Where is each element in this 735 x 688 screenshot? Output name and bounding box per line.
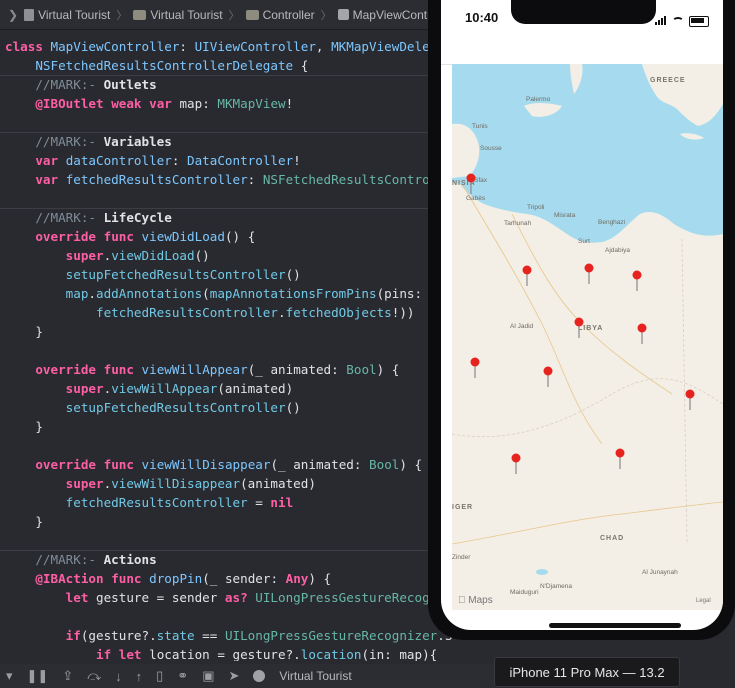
code-line[interactable]: } [5, 417, 43, 436]
scheme-name[interactable]: Virtual Tourist [279, 669, 351, 683]
breadcrumb-item-group[interactable]: Virtual Tourist [133, 7, 223, 22]
continue-icon[interactable]: ⇪ [62, 668, 73, 684]
status-icons [655, 12, 709, 30]
code-line[interactable]: fetchedResultsController = nil [5, 493, 293, 512]
code-line[interactable]: } [5, 512, 43, 531]
code-line[interactable]: class MapViewController: UIViewControlle… [5, 37, 437, 56]
code-line[interactable]: @IBOutlet weak var map: MKMapView! [5, 94, 293, 113]
country-label: LIBYA [578, 325, 603, 332]
step-over-icon[interactable]: ⤼ [87, 668, 101, 684]
breadcrumb-item-project[interactable]: Virtual Tourist [24, 8, 110, 22]
code-line[interactable]: super.viewWillAppear(animated) [5, 379, 294, 398]
device-notch [511, 0, 656, 24]
code-line[interactable]: override func viewWillAppear(_ animated:… [5, 360, 399, 379]
place-label: N'Djamena [540, 583, 572, 590]
simulator-device: 10:40 GREECE LIBYA CHAD IGER NISIA Paler… [428, 0, 735, 640]
step-into-icon[interactable]: ↓ [115, 669, 122, 684]
toggle-console-icon[interactable]: ▾ [6, 668, 13, 684]
place-label: Tunis [472, 123, 488, 130]
code-line[interactable]: //MARK:- Outlets [5, 75, 156, 94]
code-line[interactable]: //MARK:- Variables [5, 132, 172, 151]
code-line[interactable]: var fetchedResultsController: NSFetchedR… [5, 170, 444, 189]
code-line[interactable]: setupFetchedResultsController() [5, 265, 301, 284]
place-label: Maiduguri [510, 589, 539, 596]
code-line[interactable]: NSFetchedResultsControllerDelegate { [5, 56, 308, 75]
legal-link[interactable]: Legal [696, 598, 711, 604]
breadcrumb-item-controller[interactable]: Controller [245, 7, 315, 22]
place-label: Ajdabiya [605, 247, 630, 254]
code-line[interactable]: override func viewDidLoad() { [5, 227, 255, 246]
status-time: 10:40 [465, 10, 499, 25]
code-line[interactable]: super.viewDidLoad() [5, 246, 210, 265]
code-line[interactable]: //MARK:- LifeCycle [5, 208, 172, 227]
maps-attribution[interactable]:  Maps [458, 595, 493, 606]
place-label: Misrata [554, 212, 576, 219]
pause-icon[interactable]: ❚❚ [27, 668, 49, 684]
place-label: Sfax [474, 177, 488, 184]
memory-graph-icon[interactable]: ⚭ [177, 668, 188, 684]
breadcrumb-label: Virtual Tourist [38, 7, 111, 22]
place-label: Gabès [466, 195, 486, 202]
code-line[interactable]: @IBAction func dropPin(_ sender: Any) { [5, 569, 331, 588]
place-label: Al Junaynah [642, 569, 678, 576]
code-line[interactable]: map.addAnnotations(mapAnnotationsFromPin… [5, 284, 422, 303]
place-label: Palermo [526, 96, 551, 103]
code-line[interactable]: super.viewWillDisappear(animated) [5, 474, 316, 493]
view-hierarchy-icon[interactable]: ▯ [156, 668, 163, 684]
folder-icon [133, 9, 147, 20]
country-label: GREECE [650, 77, 686, 84]
code-line[interactable]: var dataController: DataController! [5, 151, 300, 170]
home-indicator [549, 623, 681, 628]
code-line[interactable]: override func viewWillDisappear(_ animat… [5, 455, 422, 474]
place-label: Zinder [452, 554, 471, 561]
place-label: Tarhunah [504, 220, 531, 227]
status-bar: 10:40 [441, 0, 723, 34]
scheme-icon [253, 670, 266, 682]
code-line[interactable]: //MARK:- Actions [5, 550, 156, 569]
folder-icon [245, 9, 259, 20]
project-icon [24, 8, 35, 21]
battery-icon [689, 15, 709, 27]
place-label: Al Jadid [510, 323, 534, 330]
code-line[interactable]: } [5, 322, 43, 341]
country-label: CHAD [600, 535, 624, 542]
swift-file-icon [337, 9, 349, 20]
code-line[interactable]: let gesture = sender as? UILongPressGest… [5, 588, 438, 607]
breadcrumb-label: Virtual Tourist [150, 7, 223, 22]
chevron-right-icon: 〉 [228, 9, 240, 22]
navigation-bar [441, 34, 723, 65]
code-line[interactable]: if let location = gesture?.location(in: … [5, 645, 437, 661]
chevron-right-icon: 〉 [116, 9, 128, 22]
step-out-icon[interactable]: ↑ [136, 669, 143, 684]
environment-overrides-icon[interactable]: ▣ [202, 668, 214, 684]
place-label: Tripoli [527, 204, 544, 211]
wifi-icon [672, 16, 684, 26]
chevron-right-icon: 〉 [320, 9, 332, 22]
location-icon[interactable]: ➤ [229, 668, 240, 684]
code-line[interactable]: setupFetchedResultsController() [5, 398, 301, 417]
country-label: IGER [452, 504, 473, 511]
debug-bar: ▾ ❚❚ ⇪ ⤼ ↓ ↑ ▯ ⚭ ▣ ➤ Virtual Tourist [0, 664, 494, 688]
code-line[interactable]: fetchedResultsController.fetchedObjects!… [5, 303, 414, 322]
simulator-device-label: iPhone 11 Pro Max — 13.2 [494, 657, 680, 687]
place-label: Sousse [480, 145, 502, 152]
code-line[interactable]: if(gesture?.state == UILongPressGestureR… [5, 626, 453, 645]
breadcrumb-label: Controller [262, 7, 315, 22]
simulator-screen[interactable]: 10:40 GREECE LIBYA CHAD IGER NISIA Paler… [441, 0, 723, 630]
map-view[interactable]: GREECE LIBYA CHAD IGER NISIA Palermo Tun… [452, 64, 723, 610]
chevron-right-icon[interactable]: ❯ [8, 8, 18, 22]
place-label: Surt [578, 238, 590, 245]
place-label: Benghazi [598, 219, 625, 226]
signal-icon [655, 12, 667, 30]
